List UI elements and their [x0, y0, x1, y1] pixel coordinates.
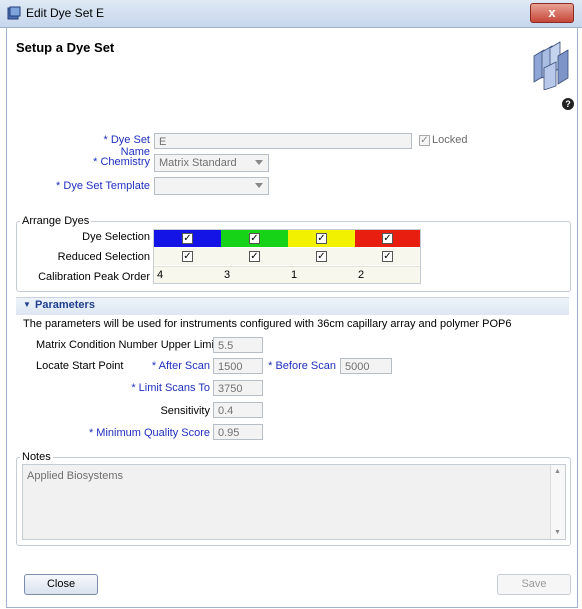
close-button[interactable]: Close: [24, 574, 98, 595]
chemistry-label-row: * Chemistry: [80, 156, 150, 168]
notes-text: Applied Biosystems: [27, 470, 123, 482]
help-icon[interactable]: ?: [562, 98, 574, 110]
after-scan-label-row: * After Scan: [140, 360, 210, 372]
matrix-condition-label: Matrix Condition Number Upper Limit: [36, 339, 217, 351]
minimum-quality-score-label: Minimum Quality Score: [96, 427, 210, 439]
reduced-selection-checkbox-2[interactable]: ✓: [249, 251, 260, 262]
dye-selection-label: Dye Selection: [82, 231, 150, 243]
reduced-selection-checkbox-1[interactable]: ✓: [182, 251, 193, 262]
required-marker: *: [56, 180, 61, 192]
dye-selection-checkbox-3[interactable]: ✓: [316, 233, 327, 244]
required-marker: *: [103, 134, 108, 146]
locate-start-point-label: Locate Start Point: [36, 360, 124, 372]
limit-scans-label-row: * Limit Scans To: [110, 382, 210, 394]
scroll-down-icon[interactable]: ▼: [554, 529, 561, 536]
notes-textarea[interactable]: Applied Biosystems ▲ ▼: [22, 464, 566, 540]
minimum-quality-score-input[interactable]: 0.95: [213, 424, 263, 440]
locked-label: Locked: [432, 134, 468, 146]
calibration-peak-order-label: Calibration Peak Order: [38, 271, 150, 283]
reduced-selection-row: [154, 248, 420, 265]
required-marker: *: [93, 156, 98, 168]
window-close-button[interactable]: x: [530, 3, 574, 23]
page-title: Setup a Dye Set: [16, 40, 115, 55]
required-marker: *: [131, 382, 136, 394]
before-scan-input[interactable]: 5000: [340, 358, 392, 374]
parameters-description: The parameters will be used for instrume…: [23, 318, 512, 330]
dye-set-template-select[interactable]: [154, 177, 269, 195]
peak-order-value-2[interactable]: 3: [224, 269, 230, 281]
parameters-section-header[interactable]: [16, 297, 569, 315]
required-marker: *: [88, 427, 94, 439]
dye-set-template-label: Dye Set Template: [63, 180, 150, 192]
chevron-down-icon: [255, 160, 263, 165]
scroll-up-icon[interactable]: ▲: [554, 468, 561, 475]
arrange-dyes-legend: Arrange Dyes: [20, 215, 92, 227]
reduced-selection-checkbox-3[interactable]: ✓: [316, 251, 327, 262]
chemistry-select[interactable]: Matrix Standard: [154, 154, 269, 172]
limit-scans-to-input[interactable]: 3750: [213, 380, 263, 396]
dye-set-name-input[interactable]: E: [154, 133, 412, 149]
before-scan-label-row: * Before Scan: [268, 360, 336, 372]
app-icon: [7, 6, 21, 20]
chevron-down-icon: [255, 183, 263, 188]
dye-set-template-label-row: * Dye Set Template: [40, 180, 150, 192]
dye-selection-checkbox-2[interactable]: ✓: [249, 233, 260, 244]
peak-order-value-1[interactable]: 4: [157, 269, 163, 281]
peak-order-row: [154, 266, 420, 283]
save-button[interactable]: Save: [497, 574, 571, 595]
window-title: Edit Dye Set E: [26, 6, 105, 20]
sensitivity-label: Sensitivity: [160, 405, 210, 417]
chemistry-label: Chemistry: [100, 156, 150, 168]
required-marker: *: [151, 360, 157, 372]
matrix-condition-input[interactable]: 5.5: [213, 337, 263, 353]
required-marker: *: [268, 360, 273, 372]
before-scan-label: Before Scan: [275, 360, 336, 372]
dye-set-name-label: Dye Set Name: [110, 134, 150, 158]
chemistry-value: Matrix Standard: [159, 157, 237, 169]
reduced-selection-label: Reduced Selection: [57, 251, 150, 263]
peak-order-value-4[interactable]: 2: [358, 269, 364, 281]
reduced-selection-checkbox-4[interactable]: ✓: [382, 251, 393, 262]
notes-legend: Notes: [20, 451, 53, 463]
dye-set-illustration-icon: [530, 38, 570, 91]
dye-set-name-label-row: * Dye Set Name: [80, 134, 150, 158]
dye-selection-checkbox-1[interactable]: ✓: [182, 233, 193, 244]
min-quality-label-row: * Minimum Quality Score: [60, 427, 210, 439]
parameters-title: Parameters: [35, 299, 95, 311]
collapse-triangle-icon[interactable]: ▼: [23, 300, 31, 309]
locked-checkbox[interactable]: ✓: [419, 135, 430, 146]
notes-scrollbar[interactable]: ▲ ▼: [550, 465, 565, 539]
after-scan-input[interactable]: 1500: [213, 358, 263, 374]
dye-selection-checkbox-4[interactable]: ✓: [382, 233, 393, 244]
sensitivity-input[interactable]: 0.4: [213, 402, 263, 418]
after-scan-label: After Scan: [158, 360, 210, 372]
limit-scans-to-label: Limit Scans To: [138, 382, 210, 394]
peak-order-value-3[interactable]: 1: [291, 269, 297, 281]
